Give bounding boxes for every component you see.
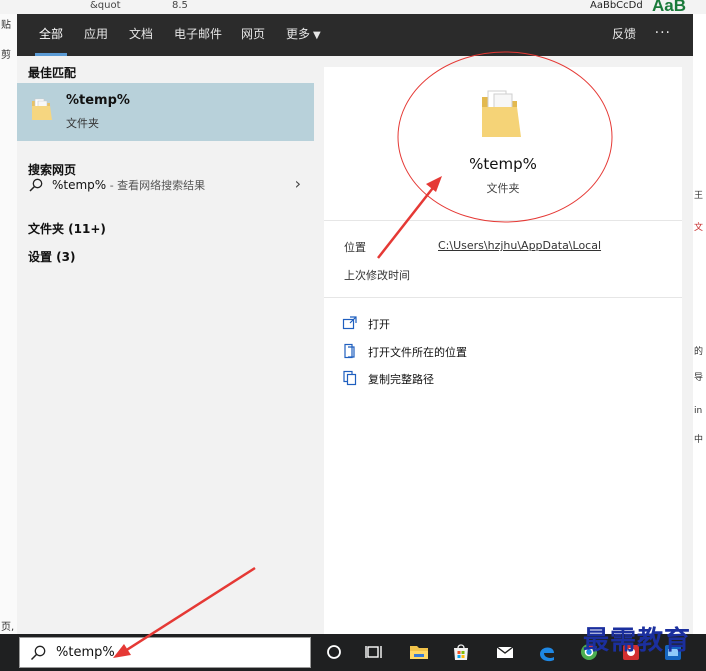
bg-fragment: 导 (694, 373, 704, 383)
tab-label: 电子邮件 (174, 27, 223, 41)
tab-label: 文档 (129, 27, 154, 41)
web-search-result[interactable]: %temp% - 查看网络搜索结果 › (17, 172, 314, 198)
modified-label: 上次修改时间 (344, 269, 410, 282)
tab-label: 更多 (286, 27, 311, 41)
tab-documents[interactable]: 文档 (129, 14, 153, 56)
results-list: 最佳匹配 %temp% 文件夹 搜索网页 %temp% - 查看网络搜索结果 ›… (17, 56, 314, 634)
copy-path-icon (343, 370, 357, 386)
store-icon[interactable] (450, 641, 472, 663)
best-match-title: %temp% (66, 93, 130, 108)
preview-pane: %temp% 文件夹 位置 C:\Users\hzjhu\AppData\Loc… (324, 67, 682, 634)
watermark: 最需教育 (583, 626, 692, 656)
tab-all[interactable]: 全部 (34, 14, 68, 56)
web-search-desc: - 查看网络搜索结果 (106, 179, 206, 192)
search-icon (30, 645, 46, 661)
bg-fragment: 剪 (1, 50, 11, 61)
search-icon (29, 178, 43, 192)
bg-fragment: 文 (694, 223, 704, 233)
bg-fragment: 中 (694, 435, 704, 445)
open-icon (342, 316, 357, 330)
settings-group-header[interactable]: 设置 (3) (28, 248, 76, 265)
search-panel: 全部 应用 文档 电子邮件 网页 更多 ▼ 反馈 ··· 最佳匹配 %temp% … (17, 14, 693, 634)
bg-fragment: 王 (694, 191, 704, 201)
best-match-item[interactable]: %temp% 文件夹 (17, 83, 314, 141)
more-options-icon[interactable]: ··· (655, 14, 671, 56)
tab-label: 应用 (84, 27, 109, 41)
bg-fragment: 的 (694, 347, 704, 357)
divider (324, 220, 682, 221)
tab-web[interactable]: 网页 (241, 14, 265, 56)
preview-title: %temp% (469, 155, 537, 173)
search-input[interactable]: %temp% (56, 645, 115, 660)
edge-icon[interactable] (536, 641, 558, 663)
location-label: 位置 (344, 241, 366, 254)
preview-subtitle: 文件夹 (486, 182, 520, 195)
bg-fragment: in (694, 406, 703, 416)
folders-group-header[interactable]: 文件夹 (11+) (28, 220, 106, 237)
font-name-field: &quot (90, 0, 121, 11)
cortana-icon[interactable] (323, 641, 345, 663)
style-preview: AaBbCcDd (590, 0, 643, 11)
tab-label: 网页 (241, 27, 266, 41)
feedback-label: 反馈 (612, 27, 637, 41)
tab-more[interactable]: 更多 ▼ (286, 14, 321, 56)
web-search-query: %temp% (52, 178, 107, 192)
background-right-strip: 王 文 的 导 in 中 (692, 14, 706, 634)
mail-icon[interactable] (494, 641, 516, 663)
chevron-right-icon[interactable]: › (295, 174, 301, 193)
filter-tabbar: 全部 应用 文档 电子邮件 网页 更多 ▼ 反馈 ··· (17, 14, 693, 56)
feedback-button[interactable]: 反馈 (612, 14, 636, 56)
divider (324, 297, 682, 298)
caret-down-icon: ▼ (313, 30, 321, 41)
tab-email[interactable]: 电子邮件 (174, 14, 222, 56)
open-file-location-label: 打开文件所在的位置 (368, 346, 467, 359)
bg-fragment: 贴 (1, 20, 11, 31)
font-size-field: 8.5 (172, 0, 188, 11)
tab-label: 全部 (39, 27, 64, 41)
taskbar-search-box[interactable]: %temp% (19, 637, 311, 668)
background-left-strip: 贴 剪 页, (0, 14, 18, 634)
large-folder-icon (482, 90, 521, 137)
best-match-header: 最佳匹配 (28, 66, 77, 80)
open-label: 打开 (368, 318, 390, 331)
copy-path-label: 复制完整路径 (368, 373, 434, 386)
location-link[interactable]: C:\Users\hzjhu\AppData\Local (438, 239, 601, 252)
file-location-icon (344, 343, 355, 359)
file-explorer-icon[interactable] (408, 641, 430, 663)
folder-icon (32, 98, 52, 120)
task-view-icon[interactable] (364, 641, 386, 663)
tab-apps[interactable]: 应用 (84, 14, 108, 56)
best-match-subtitle: 文件夹 (66, 117, 99, 130)
bg-fragment: 页, (1, 622, 15, 633)
